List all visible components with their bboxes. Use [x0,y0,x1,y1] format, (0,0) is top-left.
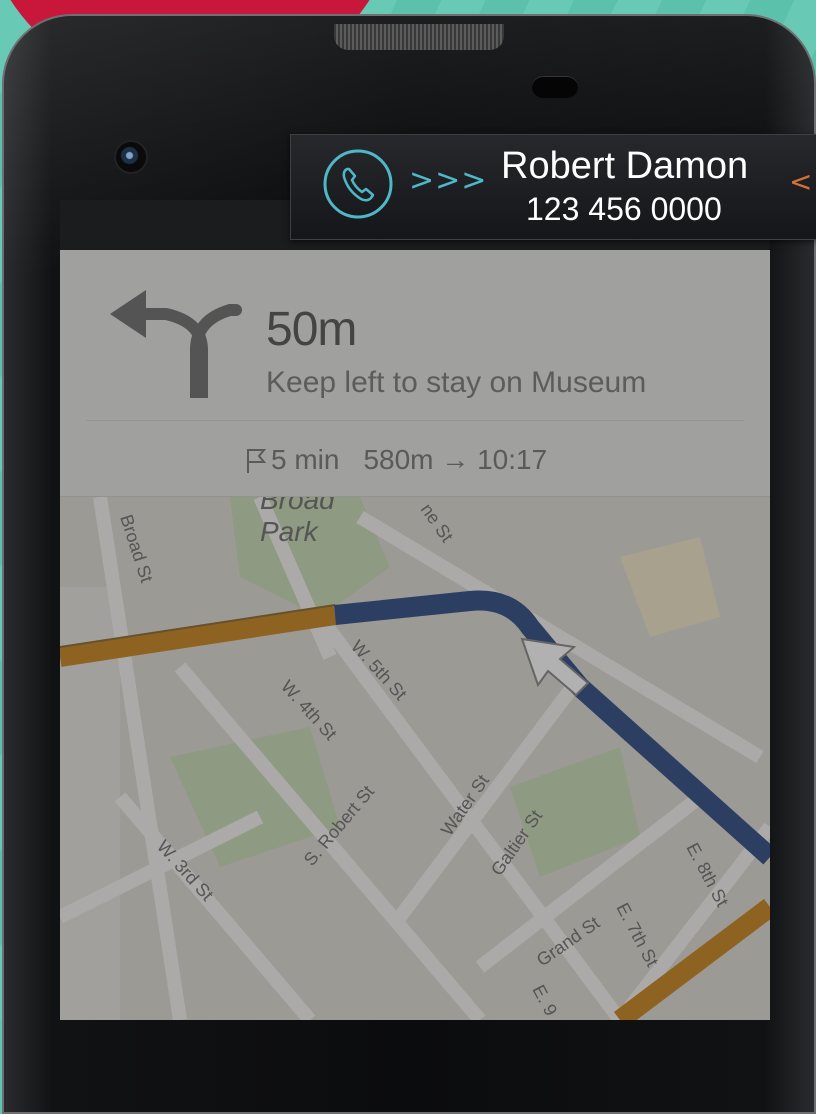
swipe-accept-hint: >>> [409,163,488,198]
navigation-card[interactable]: 50m Keep left to stay on Museum 5 min 58… [60,250,770,497]
caller-number: 123 456 0000 [526,191,722,227]
front-camera [116,142,146,172]
swipe-reject-hint: << [789,165,816,198]
destination-flag-icon [247,449,267,473]
turn-distance: 50m [266,303,357,356]
speaker-grille [334,24,504,50]
map-canvas: Broad Park Broad St ne St W. 5th St W. 4… [60,497,770,1020]
phone-icon[interactable] [321,147,395,221]
incoming-call-banner[interactable]: >>> Robert Damon 123 456 0000 << [290,134,816,240]
eta-time: 5 min [271,444,340,475]
earpiece [532,76,578,98]
keep-left-arrow-icon [110,290,242,398]
phone-screen: 50m Keep left to stay on Museum 5 min 58… [60,200,770,1020]
park-name-bottom: Park [260,516,320,547]
eta-row: 5 min 580m → 10:17 [245,444,547,476]
card-divider [86,420,744,421]
remaining-distance-arrival: 580m → 10:17 [363,444,548,475]
park-name-top: Broad [260,497,336,515]
caller-name: Robert Damon [501,145,749,187]
map-view[interactable]: Broad Park Broad St ne St W. 5th St W. 4… [60,497,770,1020]
turn-instruction: Keep left to stay on Museum [266,366,647,399]
